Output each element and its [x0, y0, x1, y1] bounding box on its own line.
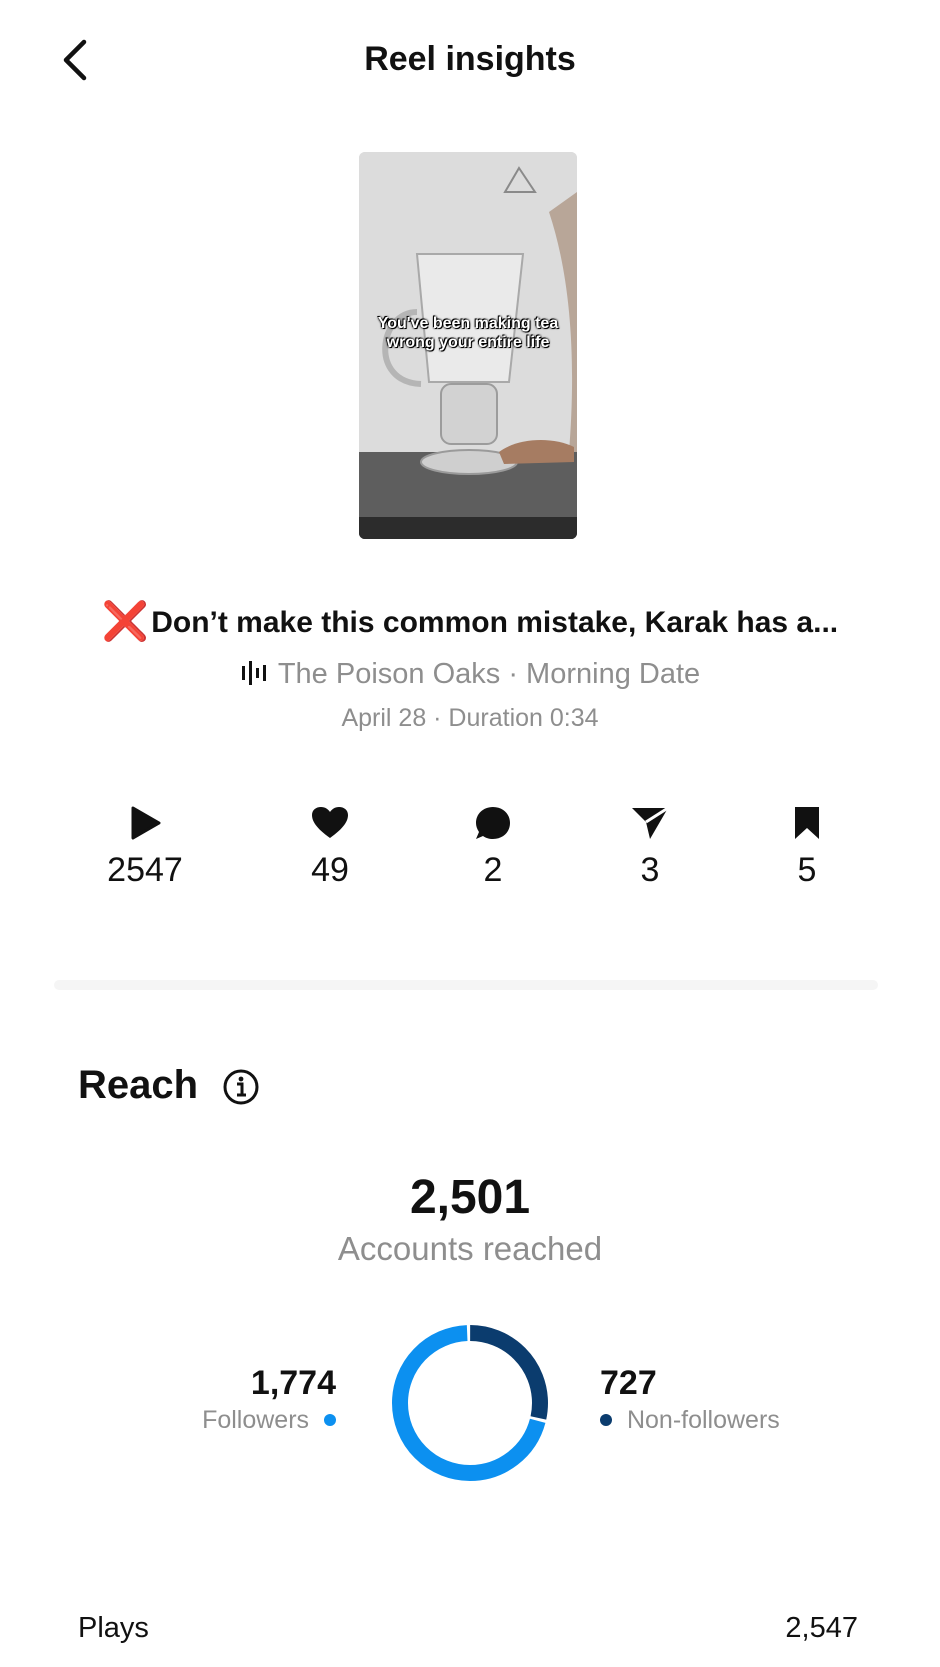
comments-count: 2	[483, 851, 503, 889]
non-followers-dot	[600, 1414, 612, 1426]
shares-count: 3	[640, 851, 660, 889]
stat-plays: 2547	[70, 805, 220, 890]
non-followers-legend: Non-followers	[600, 1406, 780, 1435]
page-title: Reel insights	[364, 40, 576, 78]
non-followers-value: 727	[600, 1364, 657, 1402]
heart-icon	[312, 807, 348, 838]
followers-legend: Followers	[150, 1406, 336, 1435]
reach-title: Reach	[78, 1063, 199, 1107]
followers-dot	[324, 1414, 336, 1426]
play-icon	[131, 806, 161, 840]
reel-meta: April 28 · Duration 0:34	[341, 704, 599, 732]
cross-mark-icon: ❌	[101, 601, 150, 643]
comment-icon	[476, 807, 510, 839]
reel-thumbnail[interactable]: You've been making tea wrong your entire…	[359, 152, 577, 539]
info-icon	[223, 1069, 259, 1105]
followers-label: Followers	[202, 1406, 310, 1434]
likes-count: 49	[311, 851, 349, 889]
plays-row-label: Plays	[78, 1612, 149, 1644]
audio-track-label: The Poison Oaks · Morning Date	[277, 658, 701, 690]
audio-track[interactable]: The Poison Oaks · Morning Date	[0, 658, 940, 691]
stat-comments: 2	[418, 805, 568, 890]
accounts-reached-value: 2,501	[409, 1171, 531, 1224]
section-divider	[54, 980, 878, 990]
non-followers-label: Non-followers	[626, 1406, 780, 1434]
audio-waveform-icon	[241, 661, 266, 685]
stat-shares: 3	[575, 805, 725, 890]
plays-count: 2547	[107, 851, 183, 889]
reach-info-button[interactable]	[222, 1068, 260, 1111]
accounts-reached-label: Accounts reached	[337, 1230, 603, 1267]
stat-likes: 49	[255, 805, 405, 890]
plays-row-value: 2,547	[785, 1612, 858, 1644]
thumbnail-caption: You've been making tea wrong your entire…	[377, 315, 559, 351]
reel-caption: ❌Don’t make this common mistake, Karak h…	[0, 600, 940, 644]
bookmark-icon	[795, 807, 819, 839]
reel-caption-text: Don’t make this common mistake, Karak ha…	[151, 606, 839, 639]
reach-donut-chart	[392, 1325, 548, 1481]
stat-saves: 5	[732, 805, 882, 890]
followers-value: 1,774	[250, 1364, 336, 1402]
paper-plane-icon	[632, 806, 669, 839]
saves-count: 5	[797, 851, 817, 889]
